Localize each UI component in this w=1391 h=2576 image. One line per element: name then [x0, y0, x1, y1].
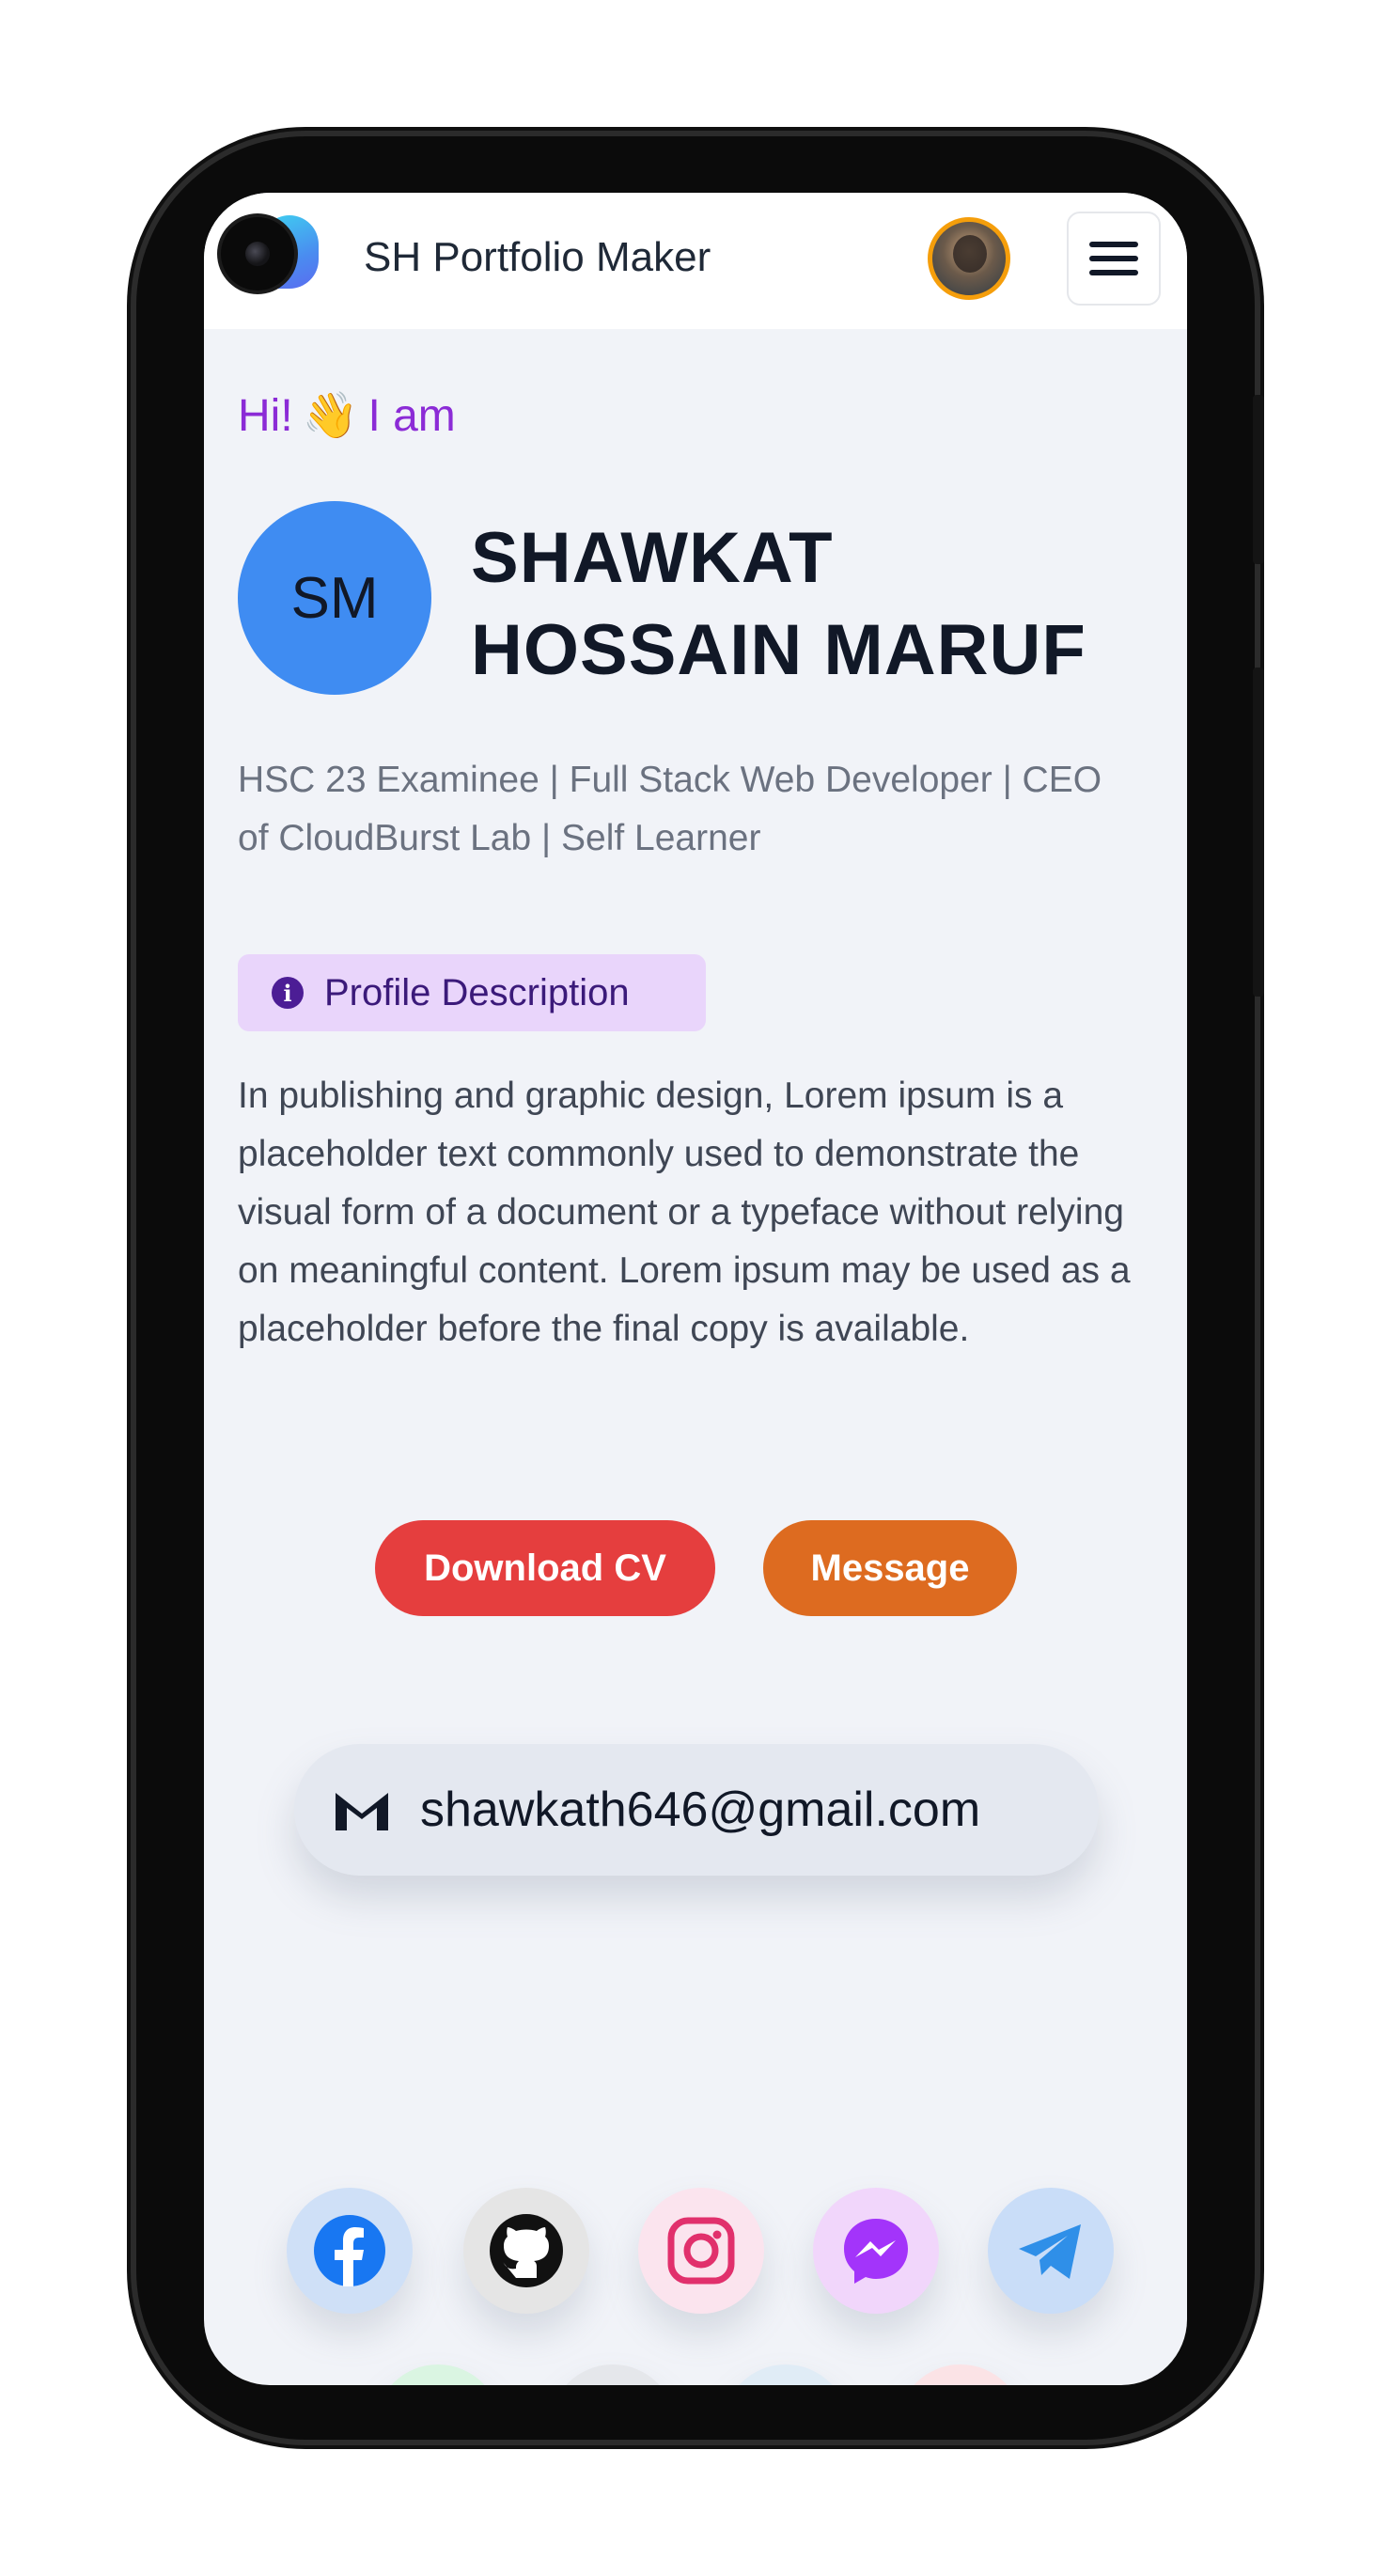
screen: SH Portfolio Maker Hi! 👋 I am SM SHAWKAT H… — [204, 193, 1187, 2385]
youtube-link[interactable] — [898, 2364, 1024, 2385]
user-avatar[interactable] — [928, 217, 1010, 300]
profile-description-badge: i Profile Description — [238, 954, 706, 1031]
profile-name-line1: SHAWKAT — [471, 518, 834, 598]
hamburger-icon-bar — [1089, 242, 1138, 247]
front-camera — [221, 217, 294, 291]
hamburger-icon-bar — [1089, 256, 1138, 261]
menu-button[interactable] — [1067, 212, 1161, 306]
app-title[interactable]: SH Portfolio Maker — [364, 234, 711, 281]
profile-name-line2: HOSSAIN MARUF — [471, 610, 1086, 690]
github-link[interactable] — [463, 2188, 589, 2314]
telegram-icon — [1019, 2224, 1081, 2279]
greeting: Hi! 👋 I am — [238, 388, 456, 442]
profile-description-label: Profile Description — [324, 971, 630, 1013]
volume-button — [1253, 395, 1264, 564]
message-button[interactable]: Message — [763, 1520, 1017, 1616]
gmail-icon — [336, 1793, 388, 1830]
github-icon — [490, 2214, 563, 2287]
profile-name: SHAWKAT HOSSAIN MARUF — [471, 512, 1129, 697]
profile-tagline: HSC 23 Examinee | Full Stack Web Develop… — [238, 760, 1102, 858]
email-address: shawkath646@gmail.com — [420, 1783, 981, 1837]
instagram-link[interactable] — [638, 2188, 764, 2314]
email-contact[interactable]: shawkath646@gmail.com — [294, 1744, 1099, 1876]
instagram-icon — [667, 2217, 735, 2285]
wave-icon: 👋 — [302, 391, 359, 441]
greeting-suffix: I am — [367, 391, 456, 441]
profile-avatar: SM — [238, 501, 431, 695]
website-link[interactable] — [550, 2364, 676, 2385]
linkedin-link[interactable] — [723, 2364, 849, 2385]
messenger-icon — [844, 2219, 908, 2284]
power-button — [1253, 668, 1264, 997]
phone-frame: SH Portfolio Maker Hi! 👋 I am SM SHAWKAT H… — [136, 136, 1264, 2440]
telegram-link[interactable] — [988, 2188, 1114, 2314]
facebook-link[interactable] — [287, 2188, 413, 2314]
messenger-link[interactable] — [813, 2188, 939, 2314]
hamburger-icon-bar — [1089, 270, 1138, 275]
download-cv-button[interactable]: Download CV — [375, 1520, 715, 1616]
facebook-icon — [314, 2215, 385, 2286]
info-icon: i — [272, 977, 304, 1009]
profile-description-text: In publishing and graphic design, Lorem … — [238, 1076, 1131, 1349]
greeting-prefix: Hi! — [238, 391, 293, 441]
top-navbar: SH Portfolio Maker — [204, 193, 1187, 329]
whatsapp-link[interactable] — [375, 2364, 501, 2385]
